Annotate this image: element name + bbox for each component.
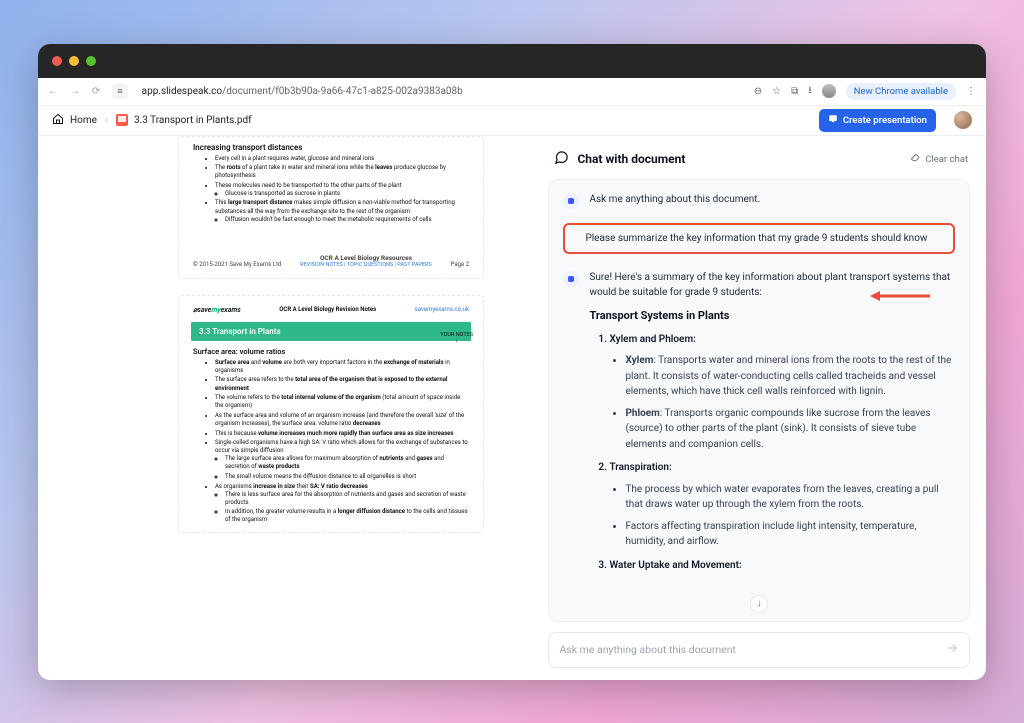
document-title: 3.3 Transport in Plants.pdf: [134, 115, 252, 126]
user-avatar[interactable]: [954, 111, 972, 129]
doc-section-heading: Increasing transport distances: [193, 143, 469, 152]
doc-bullet-list: Surface area and volume are both very im…: [193, 359, 469, 525]
bot-avatar-icon: [563, 271, 579, 287]
list-item-label: Xylem and Phloem:: [609, 334, 695, 345]
list-item-label: Water Uptake and Movement:: [609, 560, 741, 571]
download-icon[interactable]: ⭳: [808, 83, 812, 100]
breadcrumb-separator-icon: ›: [105, 115, 108, 126]
chrome-update-chip[interactable]: New Chrome available: [846, 83, 956, 100]
clear-chat-button[interactable]: Clear chat: [910, 152, 968, 166]
window-titlebar: [38, 44, 986, 78]
nav-reload-icon[interactable]: ⟳: [92, 86, 100, 97]
chat-pane: Chat with document Clear chat Ask me any…: [540, 136, 986, 680]
chat-header: Chat with document Clear chat: [548, 144, 970, 179]
doc-footer-title: OCR A Level Biology Resources: [281, 254, 450, 262]
chat-message-text: Please summarize the key information tha…: [585, 233, 927, 244]
doc-title-band: 3.3 Transport in Plants: [191, 322, 471, 341]
chat-input-row: [548, 632, 970, 668]
chat-icon: [554, 150, 569, 169]
kebab-menu-icon[interactable]: ⋮: [966, 86, 976, 97]
chat-input[interactable]: [559, 643, 945, 656]
address-bar[interactable]: app.slidespeak.co/document/f0b3b90a-9a66…: [142, 86, 463, 97]
breadcrumb-home-label: Home: [70, 115, 97, 126]
doc-footer-links: REVISION NOTES | TOPIC QUESTIONS | PAST …: [281, 262, 450, 268]
create-presentation-label: Create presentation: [843, 115, 927, 126]
site-info-icon[interactable]: ≡: [112, 84, 127, 99]
nav-forward-icon[interactable]: →: [70, 86, 80, 97]
list-item-label: Transpiration:: [609, 462, 671, 473]
eraser-icon: [910, 152, 921, 166]
create-presentation-button[interactable]: Create presentation: [819, 109, 936, 132]
document-page-1: Increasing transport distances Every cel…: [178, 136, 484, 279]
chat-title: Chat with document: [577, 152, 685, 166]
clear-chat-label: Clear chat: [925, 154, 968, 165]
chrome-profile-avatar[interactable]: [822, 84, 836, 98]
chat-scroll[interactable]: Ask me anything about this document. Ple…: [548, 179, 970, 622]
chat-message-user-highlighted: Please summarize the key information tha…: [563, 223, 955, 254]
traffic-light-fullscreen-icon[interactable]: [86, 56, 96, 66]
breadcrumb-document[interactable]: 3.3 Transport in Plants.pdf: [116, 114, 252, 126]
chat-message-text: Ask me anything about this document.: [589, 192, 760, 209]
savemyexams-logo: ⌀savemyexams: [193, 306, 241, 314]
chat-message-text: Sure! Here's a summary of the key inform…: [589, 270, 955, 301]
send-icon[interactable]: [945, 641, 959, 659]
bot-avatar-icon: [563, 193, 579, 209]
breadcrumb-home[interactable]: Home: [52, 113, 97, 128]
bookmark-icon[interactable]: ☆: [772, 86, 781, 97]
traffic-light-minimize-icon[interactable]: [69, 56, 79, 66]
chat-message-bot: Sure! Here's a summary of the key inform…: [563, 270, 955, 582]
traffic-light-close-icon[interactable]: [52, 56, 62, 66]
your-notes-label: YOUR NOTES ↓: [440, 332, 473, 344]
chat-reply-list: Xylem and Phloem: Xylem: Transports wate…: [589, 332, 955, 574]
doc-bullet-list: Every cell in a plant requires water, gl…: [193, 155, 469, 224]
doc-section-heading: Surface area: volume ratios: [193, 347, 469, 356]
doc-header-link: savemyexams.co.uk: [415, 306, 469, 313]
main-content: Increasing transport distances Every cel…: [38, 136, 986, 680]
home-icon: [52, 113, 64, 128]
document-preview-pane[interactable]: Increasing transport distances Every cel…: [38, 136, 540, 680]
doc-copyright: © 2015-2021 Save My Exams Ltd: [193, 261, 281, 268]
pdf-icon: [116, 114, 128, 126]
app-toolbar: Home › 3.3 Transport in Plants.pdf Creat…: [38, 106, 986, 136]
document-page-2: ⌀savemyexams OCR A Level Biology Revisio…: [178, 295, 484, 533]
doc-header-title: OCR A Level Biology Revision Notes: [279, 306, 376, 313]
browser-toolbar: ← → ⟳ ≡ app.slidespeak.co/document/f0b3b…: [38, 78, 986, 106]
extension-icon[interactable]: ⧉: [791, 86, 798, 97]
chat-reply-heading: Transport Systems in Plants: [589, 307, 955, 324]
chat-message-bot: Ask me anything about this document.: [563, 192, 955, 209]
zoom-icon[interactable]: ⊖: [754, 86, 762, 97]
scroll-to-bottom-button[interactable]: ↓: [750, 595, 768, 613]
sparkle-icon: [828, 114, 838, 127]
browser-window: ← → ⟳ ≡ app.slidespeak.co/document/f0b3b…: [38, 44, 986, 680]
doc-page-number: Page 2: [451, 261, 469, 268]
nav-back-icon[interactable]: ←: [48, 86, 58, 97]
